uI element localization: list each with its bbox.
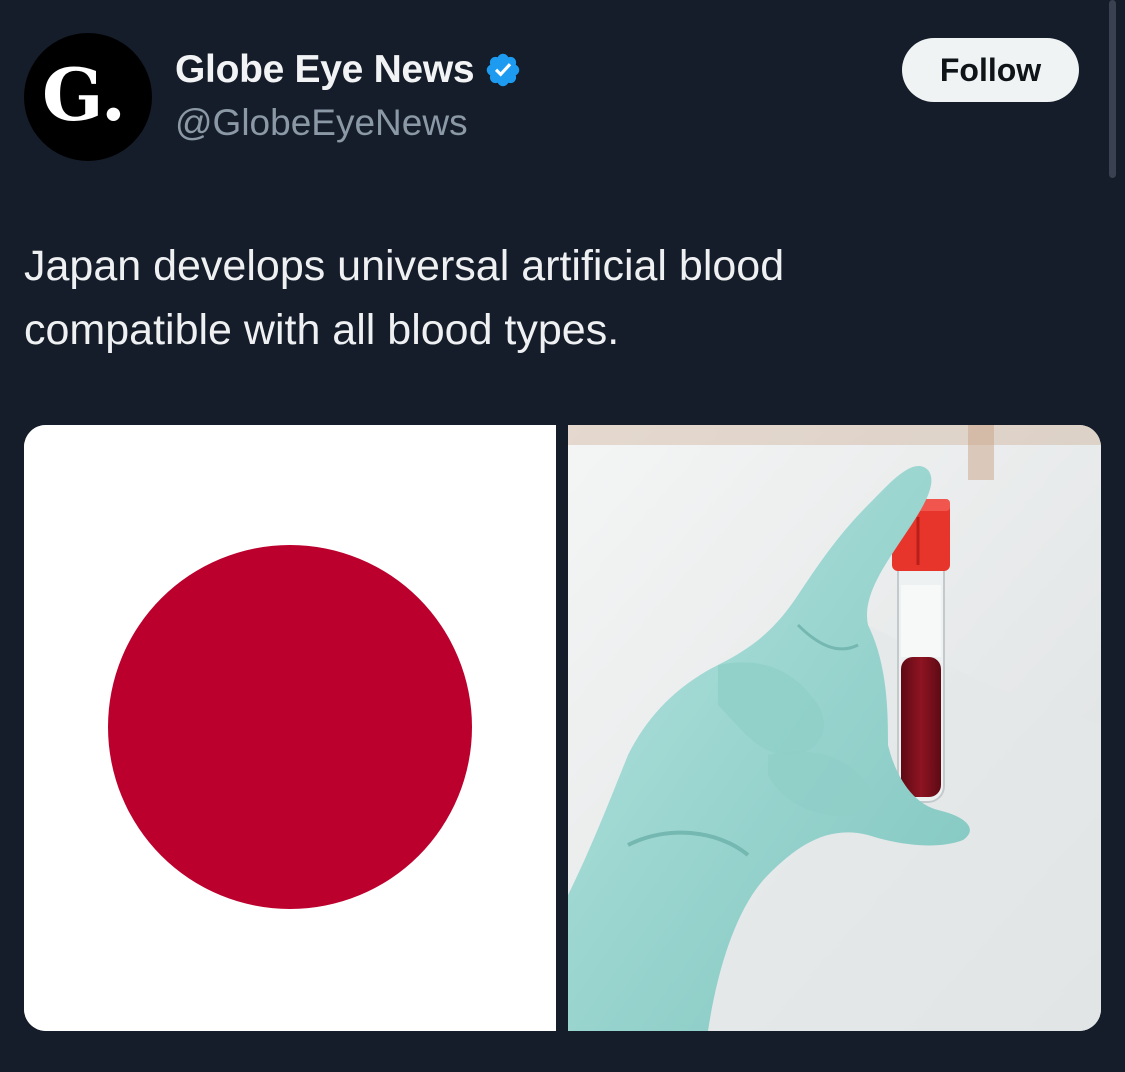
japan-flag-icon (24, 425, 556, 1031)
verified-badge-icon (487, 53, 520, 87)
avatar[interactable]: G. (24, 33, 152, 161)
tweet-text: Japan develops universal artificial bloo… (24, 234, 1084, 362)
avatar-logo-letter: G. (42, 52, 126, 137)
tweet-text-line: Japan develops universal artificial bloo… (24, 242, 785, 290)
account-handle[interactable]: @GlobeEyeNews (175, 102, 468, 144)
scrollbar[interactable] (1109, 0, 1116, 178)
media-image-blood-vial[interactable] (568, 425, 1101, 1031)
display-name[interactable]: Globe Eye News (175, 48, 475, 92)
author-name-row: Globe Eye News (175, 48, 522, 92)
tweet-text-line: compatible with all blood types. (24, 306, 620, 354)
blood-vial-hand-icon (568, 425, 1101, 1031)
follow-button[interactable]: Follow (902, 38, 1079, 102)
media-grid (24, 425, 1101, 1031)
media-image-japan-flag[interactable] (24, 425, 556, 1031)
tweet-card: G. Globe Eye News @GlobeEyeNews Follow J… (0, 0, 1125, 1072)
